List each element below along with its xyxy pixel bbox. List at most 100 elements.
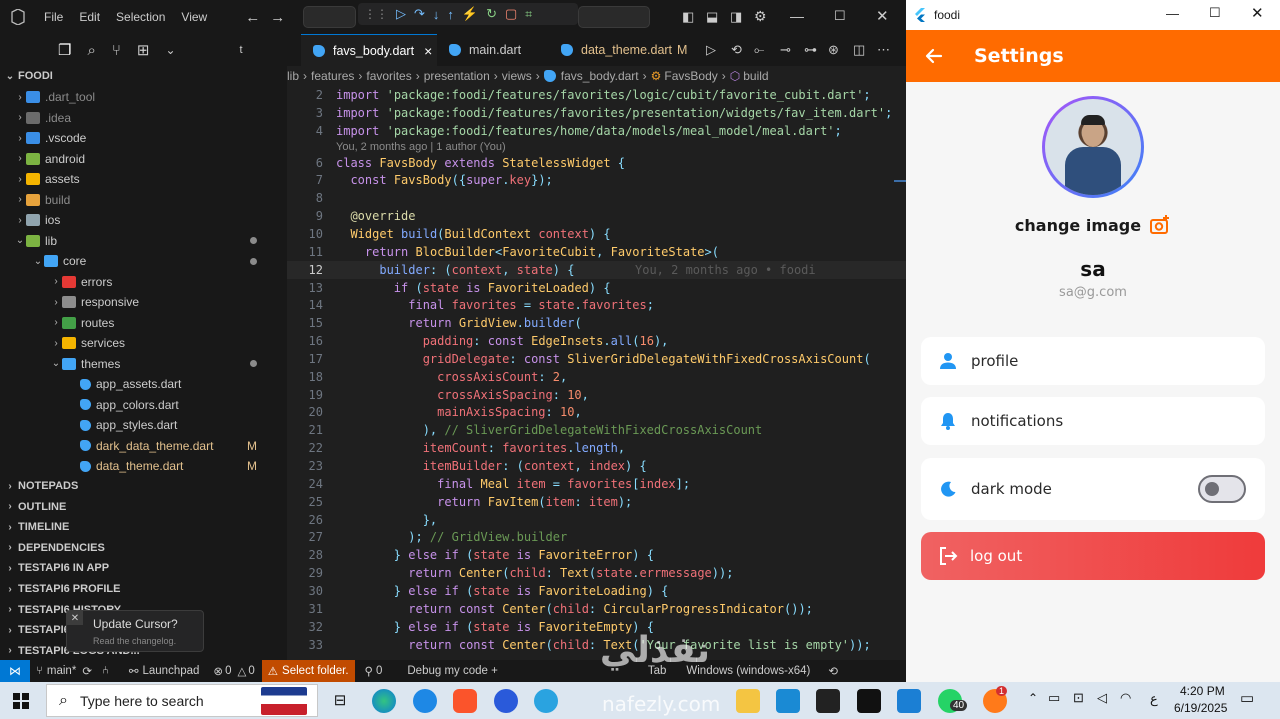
wifi-icon[interactable]: ◠: [1120, 690, 1131, 706]
tree-item-routes[interactable]: › routes: [0, 313, 287, 333]
tray-chevron-icon[interactable]: ⌃: [1028, 691, 1038, 705]
search-box-extension[interactable]: [578, 6, 650, 28]
telegram-icon[interactable]: [534, 689, 558, 713]
tab-favs-body[interactable]: favs_body.dart ×: [301, 34, 437, 66]
ports-count[interactable]: 0: [376, 665, 382, 677]
volume-icon[interactable]: ◁: [1097, 690, 1107, 706]
debug-label[interactable]: Debug my code +: [407, 665, 497, 677]
tree-item-errors[interactable]: › errors: [0, 272, 287, 292]
tree-item-app-styles[interactable]: app_styles.dart: [0, 415, 287, 435]
codelens-blame[interactable]: You, 2 months ago | 1 author (You): [287, 140, 906, 154]
notifications-item[interactable]: notifications: [921, 397, 1265, 445]
clock-date[interactable]: 6/19/2025: [1174, 701, 1227, 715]
breadcrumb-segment[interactable]: lib: [287, 69, 299, 83]
source-control-icon[interactable]: ⑂: [112, 42, 121, 59]
app-a-icon[interactable]: [413, 689, 437, 713]
search-icon[interactable]: ⌕: [87, 42, 95, 59]
code-line[interactable]: 17 gridDelegate: const SliverGridDelegat…: [287, 350, 906, 368]
drag-grip-icon[interactable]: ⋮⋮: [364, 7, 388, 21]
windows-start-icon[interactable]: [13, 693, 29, 709]
explorer-icon[interactable]: ❐: [58, 41, 71, 59]
back-arrow-icon[interactable]: ←: [245, 9, 260, 26]
panel-outline[interactable]: › OUTLINE: [0, 497, 287, 517]
close-tab-icon[interactable]: ×: [424, 43, 432, 59]
cursor-app-icon[interactable]: [857, 689, 881, 713]
step-over-icon[interactable]: ↷: [414, 6, 425, 22]
hot-reload-icon[interactable]: ⚡: [462, 6, 478, 22]
code-line[interactable]: 13 if (state is FavoriteLoaded) {: [287, 279, 906, 297]
breadcrumb-segment[interactable]: build: [743, 69, 768, 83]
chevron-down-icon[interactable]: ⌄: [165, 43, 175, 57]
vscode-icon[interactable]: [776, 689, 800, 713]
profile-item[interactable]: profile: [921, 337, 1265, 385]
step-into-icon[interactable]: ↓: [433, 7, 440, 22]
devtools-icon[interactable]: ⌗: [525, 7, 532, 22]
edge-icon[interactable]: [372, 689, 396, 713]
tree-item-lib[interactable]: ⌄ lib: [0, 231, 287, 251]
run-icon[interactable]: ▷: [706, 42, 716, 58]
code-line[interactable]: 32 } else if (state is FavoriteEmpty) {: [287, 618, 906, 636]
code-line[interactable]: 7 const FavsBody({super.key});: [287, 171, 906, 189]
code-line[interactable]: 4 import 'package:foodi/features/home/dat…: [287, 122, 906, 140]
warning-count[interactable]: 0: [248, 665, 254, 677]
notifications-icon[interactable]: ⟲: [828, 664, 838, 678]
change-image-row[interactable]: change image: [906, 214, 1280, 236]
minimize-icon[interactable]: —: [1166, 6, 1179, 21]
taskbar-search-box[interactable]: ⌕ Type here to search: [46, 684, 318, 717]
code-line[interactable]: 20 mainAxisSpacing: 10,: [287, 403, 906, 421]
settings-gear-icon[interactable]: ⚙: [754, 8, 767, 25]
extensions-icon[interactable]: ⊞: [137, 41, 150, 59]
git-graph-icon[interactable]: ⑃: [102, 665, 109, 677]
add-photo-icon[interactable]: [1149, 214, 1171, 236]
step-out-icon[interactable]: ↑: [447, 7, 454, 22]
code-line[interactable]: 14 final favorites = state.favorites;: [287, 296, 906, 314]
tree-item-themes[interactable]: ⌄ themes: [0, 354, 287, 374]
code-line[interactable]: 16 padding: const EdgeInsets.all(16),: [287, 332, 906, 350]
toast-subtitle[interactable]: Read the changelog.: [93, 636, 176, 646]
stop-icon[interactable]: ▢: [505, 6, 517, 22]
brave-icon[interactable]: [453, 689, 477, 713]
tree-item-data-theme[interactable]: data_theme.dart M: [0, 456, 287, 476]
breadcrumb-segment[interactable]: FavsBody: [664, 69, 717, 83]
task-view-icon[interactable]: ⊟: [328, 689, 352, 713]
code-line[interactable]: 24 final Meal item = favorites[index];: [287, 475, 906, 493]
select-folder-button[interactable]: ⚠ Select folder.: [261, 660, 355, 682]
command-center-search[interactable]: [303, 6, 356, 28]
remote-indicator[interactable]: ⋈: [0, 660, 30, 682]
file-explorer-icon[interactable]: [736, 689, 760, 713]
clock-time[interactable]: 4:20 PM: [1180, 684, 1225, 698]
code-editor[interactable]: 2 import 'package:foodi/features/favorite…: [287, 86, 906, 660]
maximize-icon[interactable]: ☐: [1209, 5, 1221, 21]
code-line[interactable]: 2 import 'package:foodi/features/favorite…: [287, 86, 906, 104]
tree-item-app-colors[interactable]: app_colors.dart: [0, 395, 287, 415]
pull-request-icon[interactable]: ⊛: [828, 42, 839, 58]
battery-icon[interactable]: ▭: [1048, 690, 1060, 706]
close-window-icon[interactable]: ✕: [1251, 4, 1264, 22]
code-line[interactable]: 12 builder: (context, state) {You, 2 mon…: [287, 260, 906, 279]
history-icon[interactable]: ⟲: [731, 42, 742, 58]
network-icon[interactable]: ⊡: [1073, 690, 1084, 706]
tree-item-services[interactable]: › services: [0, 333, 287, 353]
code-line[interactable]: 29 return Center(child: Text(state.errme…: [287, 564, 906, 582]
dark-mode-toggle[interactable]: [1198, 475, 1246, 503]
breadcrumb-segment[interactable]: favs_body.dart: [561, 69, 639, 83]
close-notification-icon[interactable]: ✕: [67, 611, 83, 625]
panel-testapi6-in-app[interactable]: › TESTAPI6 IN APP: [0, 558, 287, 578]
code-line[interactable]: 25 return FavItem(item: item);: [287, 493, 906, 511]
code-line[interactable]: 31 return const Center(child: CircularPr…: [287, 600, 906, 618]
menu-selection[interactable]: Selection: [108, 10, 173, 24]
menu-file[interactable]: File: [36, 10, 71, 24]
overflow-t-icon[interactable]: t: [240, 44, 243, 56]
code-line[interactable]: 33 return const Center(child: Text('Your…: [287, 636, 906, 654]
tab-mode-label[interactable]: Tab: [648, 665, 667, 677]
split-editor-icon[interactable]: ◫: [853, 42, 865, 58]
code-line[interactable]: 19 crossAxisSpacing: 10,: [287, 386, 906, 404]
continue-icon[interactable]: ▷: [396, 6, 406, 22]
panel-notepads[interactable]: › NOTEPADS: [0, 476, 287, 496]
update-notification[interactable]: ✕ Update Cursor? Read the changelog.: [66, 610, 204, 652]
tree-item-ios[interactable]: › ios: [0, 210, 287, 230]
code-line[interactable]: 9 @override: [287, 207, 906, 225]
breadcrumb-segment[interactable]: favorites: [366, 69, 411, 83]
breadcrumb-segment[interactable]: views: [502, 69, 532, 83]
code-line[interactable]: 8: [287, 189, 906, 207]
